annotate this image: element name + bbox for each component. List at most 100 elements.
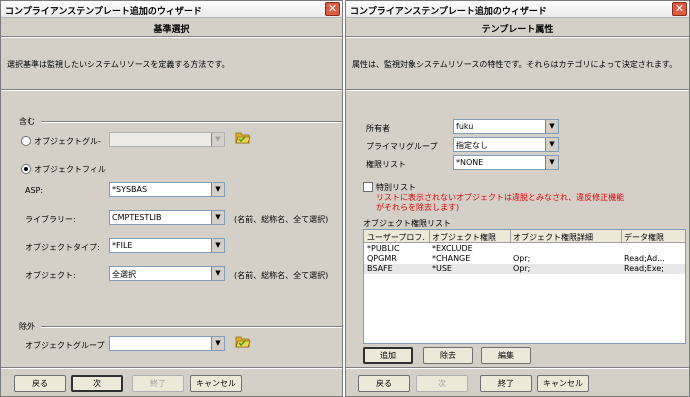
primary-group-value: 指定なし xyxy=(456,141,488,150)
chevron-down-icon: ▼ xyxy=(545,120,558,133)
divider xyxy=(346,36,689,38)
close-button[interactable]: ✕ xyxy=(672,2,687,16)
object-type-value: *FILE xyxy=(112,241,133,250)
special-list-label[interactable]: 特別リスト xyxy=(376,182,416,193)
title-bar[interactable]: コンプライアンステンプレート追加のウィザード ✕ xyxy=(1,1,342,18)
object-type-select[interactable]: *FILE ▼ xyxy=(109,238,225,253)
chevron-down-icon: ▼ xyxy=(211,337,224,350)
chevron-down-icon: ▼ xyxy=(211,239,224,252)
back-button[interactable]: 戻る xyxy=(358,375,410,392)
include-section-label: 含む xyxy=(19,117,35,126)
divider xyxy=(41,121,342,123)
chevron-down-icon: ▼ xyxy=(211,133,224,146)
add-button[interactable]: 追加 xyxy=(363,347,413,364)
table-row[interactable]: BSAFE *USE Opr; Read;Exe; xyxy=(364,264,685,274)
title-bar[interactable]: コンプライアンステンプレート追加のウィザード ✕ xyxy=(346,1,689,18)
window-title: コンプライアンステンプレート追加のウィザード xyxy=(5,7,202,17)
object-group-select[interactable]: ▼ xyxy=(109,132,225,147)
next-button[interactable]: 次 xyxy=(416,375,468,392)
authority-list-label: 権限リスト xyxy=(366,160,406,169)
object-type-label: オブジェクトタイプ: xyxy=(25,243,100,252)
finish-button[interactable]: 終了 xyxy=(132,375,184,392)
table-cell: *CHANGE xyxy=(432,254,471,263)
page-title: テンプレート属性 xyxy=(481,25,554,35)
remove-button[interactable]: 除去 xyxy=(423,347,473,364)
table-cell: *USE xyxy=(432,264,452,273)
divider xyxy=(1,367,342,369)
window-title: コンプライアンステンプレート追加のウィザード xyxy=(350,7,547,17)
table-row[interactable]: *PUBLIC *EXCLUDE xyxy=(364,244,685,254)
object-filter-radio[interactable] xyxy=(21,164,31,174)
object-authority-list-label: オブジェクト権限リスト xyxy=(363,219,451,228)
table-cell: Opr; xyxy=(513,254,531,263)
chevron-down-icon: ▼ xyxy=(211,211,224,224)
finish-button[interactable]: 終了 xyxy=(480,375,532,392)
object-hint: (名前、総称名、全て選択) xyxy=(234,271,329,280)
chevron-down-icon: ▼ xyxy=(211,267,224,280)
table-cell: Read;Ad... xyxy=(624,254,665,263)
object-filter-radio-label[interactable]: オブジェクトフィル xyxy=(34,164,106,175)
object-group-radio-label[interactable]: オブジェクトグル- xyxy=(34,136,101,147)
cancel-button[interactable]: キャンセル xyxy=(537,375,589,392)
column-header-object-authority-detail[interactable]: オブジェクト権限詳細 xyxy=(513,232,618,243)
exclude-object-group-select[interactable]: ▼ xyxy=(109,336,225,351)
wizard-header: 基準選択 選択基準は監視したいシステムリソースを定義する方法です。 xyxy=(1,19,342,89)
column-header-user-profile[interactable]: ユーザープロフ... xyxy=(367,232,425,243)
divider xyxy=(1,89,342,91)
exclude-section-label: 除外 xyxy=(19,322,35,331)
folder-open-icon[interactable] xyxy=(235,335,251,348)
divider xyxy=(41,326,342,328)
library-label: ライブラリー: xyxy=(25,215,76,224)
column-header-object-authority[interactable]: オブジェクト権限 xyxy=(432,232,507,243)
close-button[interactable]: ✕ xyxy=(325,2,340,16)
owner-value: fuku xyxy=(456,122,474,131)
library-hint: (名前、総称名、全て選択) xyxy=(234,215,329,224)
divider xyxy=(346,89,689,91)
cancel-button[interactable]: キャンセル xyxy=(190,375,242,392)
asp-value: *SYSBAS xyxy=(112,185,148,194)
table-cell: *PUBLIC xyxy=(367,244,400,253)
page-description: 属性は、監視対象システムリソースの特性です。それらはカテゴリによって決定されます… xyxy=(352,60,678,69)
column-divider xyxy=(429,230,430,243)
authority-list-select[interactable]: *NONE ▼ xyxy=(453,155,559,170)
table-cell: BSAFE xyxy=(367,264,393,273)
page-description: 選択基準は監視したいシステムリソースを定義する方法です。 xyxy=(7,60,230,69)
chevron-down-icon: ▼ xyxy=(211,183,224,196)
table-cell: QPGMR xyxy=(367,254,397,263)
table-row[interactable]: QPGMR *CHANGE Opr; Read;Ad... xyxy=(364,254,685,264)
divider xyxy=(346,367,689,369)
warning-text-line2: がそれらを除去します) xyxy=(376,203,460,212)
warning-text-line1: リストに表示されないオブジェクトは違脱とみなされ、違反修正機能 xyxy=(376,193,625,202)
object-group-radio[interactable] xyxy=(21,136,31,146)
special-list-checkbox[interactable] xyxy=(363,182,373,192)
object-value: 全選択 xyxy=(112,270,136,279)
chevron-down-icon: ▼ xyxy=(545,156,558,169)
owner-select[interactable]: fuku ▼ xyxy=(453,119,559,134)
primary-group-select[interactable]: 指定なし ▼ xyxy=(453,137,559,152)
asp-label: ASP: xyxy=(25,186,44,195)
column-divider xyxy=(621,230,622,243)
authority-list-value: *NONE xyxy=(456,158,484,167)
wizard-window-attributes: コンプライアンステンプレート追加のウィザード ✕ テンプレート属性 属性は、監視… xyxy=(345,0,690,397)
folder-open-icon[interactable] xyxy=(235,131,251,144)
object-authority-table[interactable]: ユーザープロフ... オブジェクト権限 オブジェクト権限詳細 データ権限 *PU… xyxy=(363,229,686,344)
chevron-down-icon: ▼ xyxy=(545,138,558,151)
owner-label: 所有者 xyxy=(366,124,390,133)
library-select[interactable]: CMPTESTLIB ▼ xyxy=(109,210,225,225)
primary-group-label: プライマリグループ xyxy=(366,142,438,151)
asp-select[interactable]: *SYSBAS ▼ xyxy=(109,182,225,197)
table-cell: *EXCLUDE xyxy=(432,244,473,253)
exclude-object-group-label: オブジェクトグループ xyxy=(25,341,105,350)
wizard-header: テンプレート属性 属性は、監視対象システムリソースの特性です。それらはカテゴリに… xyxy=(346,19,689,89)
back-button[interactable]: 戻る xyxy=(14,375,66,392)
object-select[interactable]: 全選択 ▼ xyxy=(109,266,225,281)
table-header: ユーザープロフ... オブジェクト権限 オブジェクト権限詳細 データ権限 xyxy=(364,230,685,243)
table-cell: Read;Exe; xyxy=(624,264,664,273)
edit-button[interactable]: 編集 xyxy=(481,347,531,364)
page-title: 基準選択 xyxy=(153,25,190,35)
column-header-data-authority[interactable]: データ権限 xyxy=(624,232,684,243)
next-button[interactable]: 次 xyxy=(71,375,123,392)
column-divider xyxy=(510,230,511,243)
divider xyxy=(1,36,342,38)
table-cell: Opr; xyxy=(513,264,531,273)
